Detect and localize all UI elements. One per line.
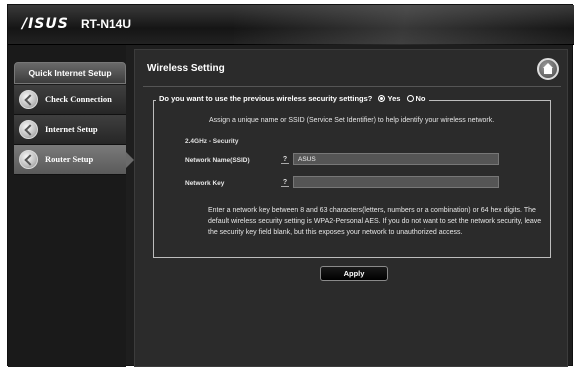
asus-logo: /ISUS bbox=[22, 16, 69, 32]
apply-button[interactable]: Apply bbox=[320, 266, 388, 281]
ssid-instruction: Assign a unique name or SSID (Service Se… bbox=[209, 117, 495, 124]
network-key-label: Network Key bbox=[185, 180, 225, 187]
network-key-input[interactable] bbox=[293, 176, 499, 188]
sidebar-item-check-connection[interactable]: Check Connection bbox=[14, 85, 126, 115]
page-title: Wireless Setting bbox=[147, 63, 225, 74]
radio-no-label: No bbox=[415, 94, 426, 103]
network-key-description: Enter a network key between 8 and 63 cha… bbox=[208, 207, 542, 236]
help-icon[interactable]: ? bbox=[281, 155, 289, 164]
sidebar-item-internet-setup[interactable]: Internet Setup bbox=[14, 115, 126, 145]
banner-decoration bbox=[234, 5, 574, 45]
home-icon-body bbox=[544, 68, 552, 74]
main-panel: Wireless Setting Do you want to use the … bbox=[134, 49, 568, 367]
ssid-label: Network Name(SSID) bbox=[185, 157, 250, 164]
chevron-circle-icon bbox=[19, 150, 38, 169]
sidebar-item-label: Check Connection bbox=[45, 94, 112, 104]
band-security-label: 2.4GHz - Security bbox=[185, 138, 239, 145]
radio-yes[interactable] bbox=[378, 95, 386, 102]
active-pointer-icon bbox=[126, 152, 134, 168]
sidebar-item-router-setup[interactable]: Router Setup bbox=[14, 145, 134, 175]
model-name: RT-N14U bbox=[81, 17, 132, 31]
question-text: Do you want to use the previous wireless… bbox=[159, 94, 373, 103]
sidebar-item-label: Router Setup bbox=[45, 154, 94, 164]
sidebar-title: Quick Internet Setup bbox=[14, 62, 126, 84]
chevron-circle-icon bbox=[19, 90, 38, 109]
router-window: /ISUS RT-N14U Quick Internet Setup Check… bbox=[7, 4, 574, 367]
divider bbox=[143, 86, 561, 87]
ssid-input[interactable] bbox=[293, 153, 499, 165]
radio-no[interactable] bbox=[406, 95, 414, 102]
sidebar-item-label: Internet Setup bbox=[45, 124, 98, 134]
chevron-circle-icon bbox=[19, 120, 38, 139]
security-question: Do you want to use the previous wireless… bbox=[156, 94, 429, 103]
home-button[interactable] bbox=[537, 58, 559, 80]
top-banner: /ISUS RT-N14U bbox=[8, 5, 574, 45]
sidebar: Quick Internet Setup Check Connection In… bbox=[8, 45, 134, 367]
radio-yes-label: Yes bbox=[387, 94, 401, 103]
help-icon[interactable]: ? bbox=[281, 178, 289, 187]
